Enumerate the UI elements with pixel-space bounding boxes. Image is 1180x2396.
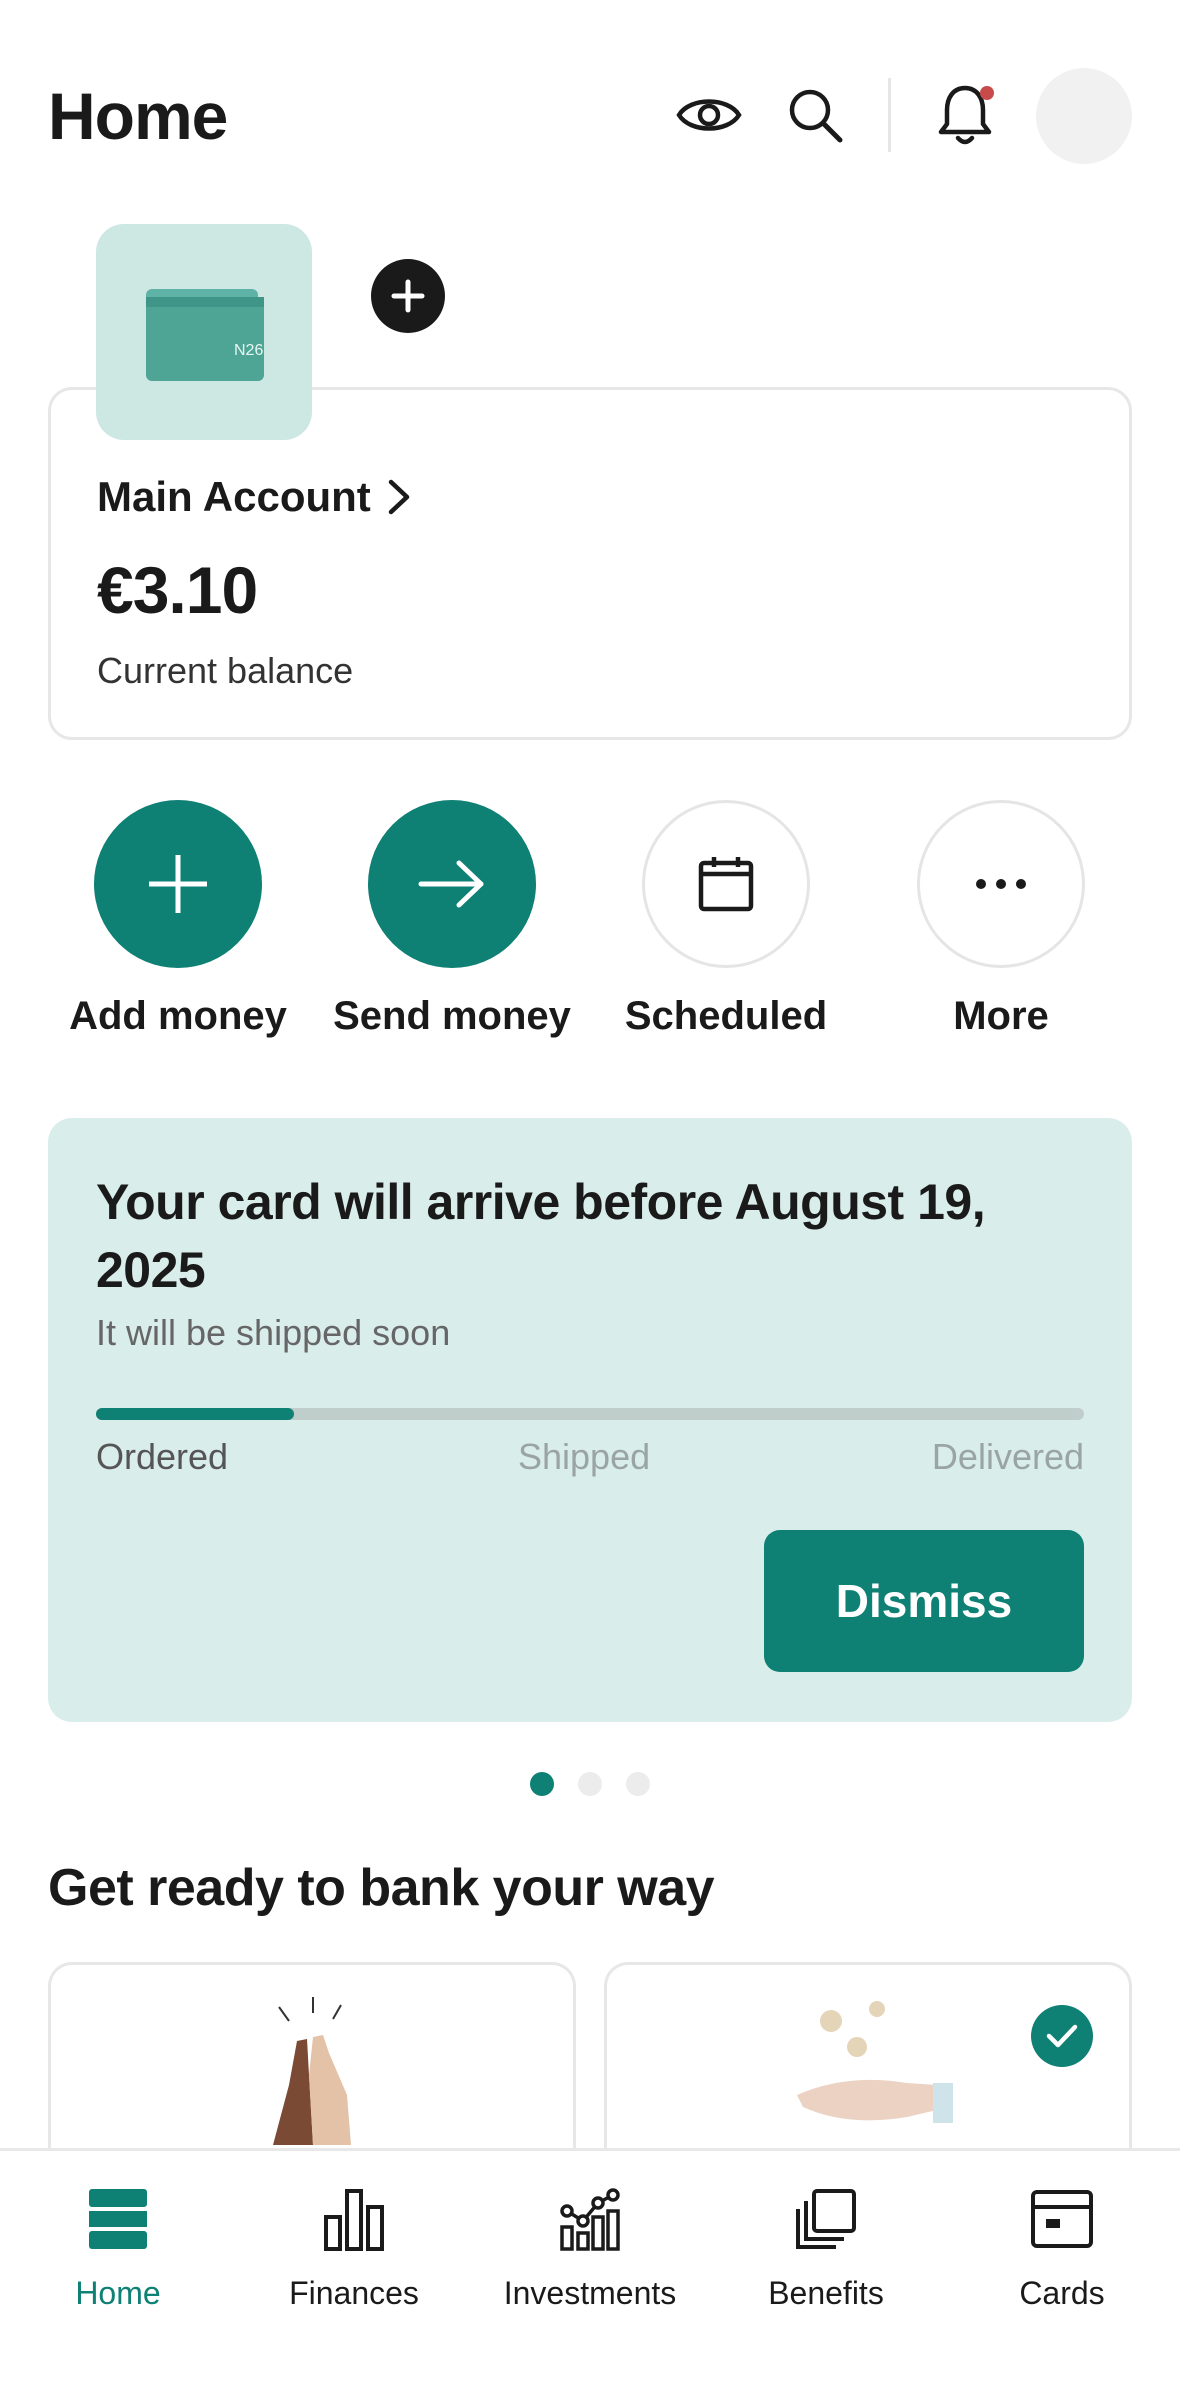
more-label: More (953, 994, 1049, 1038)
arrow-right-icon (418, 860, 484, 908)
check-icon (1046, 2024, 1078, 2048)
scheduled-button[interactable]: Scheduled (606, 800, 846, 1039)
pagination-dot[interactable] (626, 1772, 650, 1796)
wallet-icon: N26 (146, 289, 264, 381)
section-title: Get ready to bank your way (48, 1859, 715, 1917)
nav-investments-label: Investments (503, 2275, 677, 2311)
nav-home[interactable]: Home (0, 2179, 236, 2312)
feature-card-high-five[interactable] (48, 1962, 576, 2162)
avatar[interactable] (1036, 68, 1132, 164)
step-ordered: Ordered (96, 1436, 229, 1477)
top-bar: Home (0, 0, 1180, 230)
card-icon (1031, 2190, 1093, 2248)
chevron-right-icon (388, 479, 410, 515)
dismiss-button[interactable]: Dismiss (764, 1530, 1084, 1672)
add-money-label: Add money (69, 994, 287, 1038)
home-icon (89, 2189, 147, 2249)
bell-icon[interactable] (930, 80, 1000, 150)
benefits-icon (796, 2189, 856, 2249)
account-name: Main Account (97, 473, 371, 520)
header-divider (888, 78, 891, 152)
step-shipped: Shipped (518, 1436, 651, 1477)
bar-chart-icon (324, 2189, 384, 2251)
step-delivered: Delivered (931, 1436, 1084, 1477)
plus-icon (391, 279, 425, 313)
wallet-logo-text: N26 (234, 342, 263, 359)
pagination-dot-active[interactable] (530, 1772, 554, 1796)
notification-dot (980, 86, 994, 100)
page-title: Home (48, 79, 228, 153)
feature-card-money[interactable] (604, 1962, 1132, 2162)
send-money-label: Send money (333, 994, 571, 1038)
scheduled-label: Scheduled (624, 994, 828, 1038)
send-money-button[interactable]: Send money (332, 800, 572, 1039)
wallet-tile[interactable]: N26 (96, 224, 312, 440)
carousel-pagination (0, 1772, 1180, 1796)
completed-check-badge (1031, 2005, 1093, 2067)
add-money-button[interactable]: Add money (58, 800, 298, 1039)
add-account-button[interactable] (371, 259, 445, 333)
search-icon[interactable] (780, 80, 850, 150)
eye-icon[interactable] (674, 80, 744, 150)
account-name-row[interactable]: Main Account (97, 473, 411, 521)
more-circle[interactable] (917, 800, 1085, 968)
balance-label: Current balance (97, 650, 354, 691)
investments-icon (560, 2188, 620, 2251)
card-delivery-title: Your card will arrive before August 19, … (96, 1174, 986, 1298)
nav-finances[interactable]: Finances (236, 2179, 472, 2312)
nav-finances-label: Finances (289, 2275, 419, 2311)
card-delivery-subtitle: It will be shipped soon (96, 1312, 451, 1353)
delivery-progress-fill (96, 1408, 294, 1420)
bottom-navigation: Home Finances Investments Benefits Cards (0, 2148, 1180, 2396)
send-money-circle[interactable] (368, 800, 536, 968)
more-icon (976, 879, 1026, 889)
calendar-icon (698, 857, 754, 912)
high-five-illustration (273, 1997, 351, 2145)
nav-cards-label: Cards (1019, 2275, 1105, 2311)
nav-home-label: Home (75, 2275, 161, 2311)
scheduled-circle[interactable] (642, 800, 810, 968)
nav-cards[interactable]: Cards (944, 2179, 1180, 2312)
more-button[interactable]: More (881, 800, 1121, 1039)
plus-icon (149, 855, 207, 913)
account-balance: €3.10 (97, 553, 258, 627)
pagination-dot[interactable] (578, 1772, 602, 1796)
card-delivery-banner: Your card will arrive before August 19, … (48, 1118, 1132, 1722)
delivery-progress-track (96, 1408, 1084, 1420)
add-money-circle[interactable] (94, 800, 262, 968)
nav-investments[interactable]: Investments (472, 2179, 708, 2312)
nav-benefits-label: Benefits (768, 2275, 884, 2311)
nav-benefits[interactable]: Benefits (708, 2179, 944, 2312)
